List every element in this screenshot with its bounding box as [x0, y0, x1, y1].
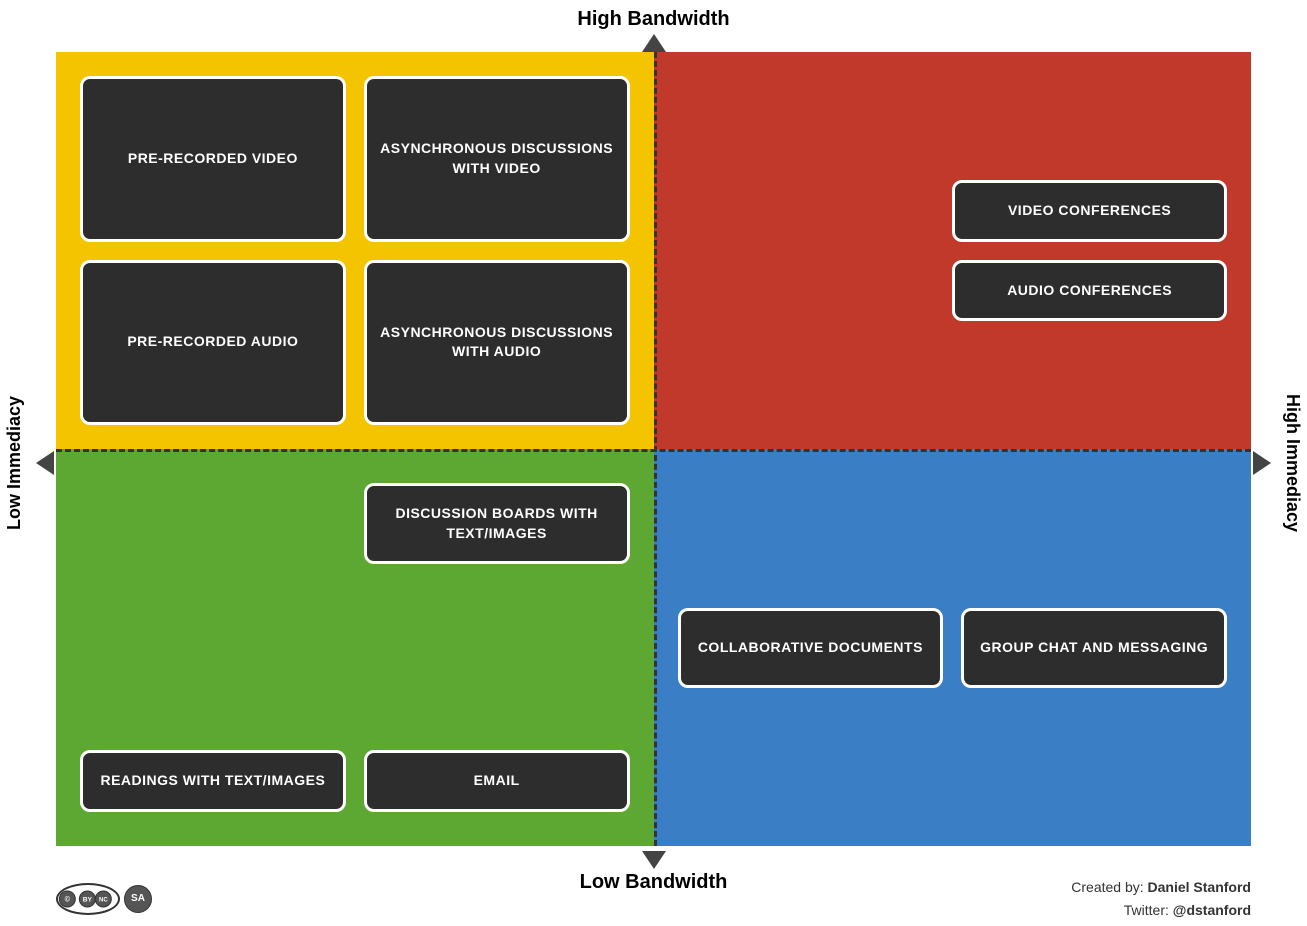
- card-readings: READINGS WITH TEXT/IMAGES: [80, 750, 346, 812]
- card-group-chat: GROUP CHAT AND MESSAGING: [961, 608, 1227, 688]
- card-video-conferences: VIDEO CONFERENCES: [952, 180, 1227, 242]
- cc-sa-icon: SA: [124, 885, 152, 913]
- svg-text:BY: BY: [83, 896, 93, 903]
- card-async-video: ASYNCHRONOUS DISCUSSIONS WITH VIDEO: [364, 76, 630, 242]
- axis-left-label: Low Immediacy: [4, 396, 25, 530]
- axis-top-label: High Bandwidth: [577, 8, 729, 31]
- quadrant-yellow: PRE-RECORDED VIDEO ASYNCHRONOUS DISCUSSI…: [56, 52, 654, 449]
- arrow-right-icon: [1253, 451, 1271, 475]
- arrow-up-icon: [642, 34, 666, 52]
- card-email: EMAIL: [364, 750, 630, 812]
- footer: © BY NC SA Created by: Daniel Stanford T…: [56, 876, 1251, 921]
- quadrant-blue: COLLABORATIVE DOCUMENTS GROUP CHAT AND M…: [654, 449, 1252, 846]
- v-divider: [654, 52, 657, 846]
- axis-right-label: High Immediacy: [1282, 394, 1303, 532]
- card-async-audio: ASYNCHRONOUS DISCUSSIONS WITH AUDIO: [364, 260, 630, 426]
- card-pre-recorded-audio: PRE-RECORDED AUDIO: [80, 260, 346, 426]
- card-discussion-boards: DISCUSSION BOARDS WITH TEXT/IMAGES: [364, 483, 630, 564]
- svg-text:NC: NC: [99, 897, 108, 903]
- card-pre-recorded-video: PRE-RECORDED VIDEO: [80, 76, 346, 242]
- card-collaborative-docs: COLLABORATIVE DOCUMENTS: [678, 608, 944, 688]
- card-audio-conferences: AUDIO CONFERENCES: [952, 260, 1227, 322]
- quadrant-green: DISCUSSION BOARDS WITH TEXT/IMAGES READI…: [56, 449, 654, 846]
- arrow-left-icon: [36, 451, 54, 475]
- cc-badge: © BY NC SA: [56, 883, 152, 915]
- svg-text:©: ©: [65, 894, 71, 903]
- credit-text: Created by: Daniel Stanford Twitter: @ds…: [1071, 876, 1251, 921]
- quadrant-red: VIDEO CONFERENCES AUDIO CONFERENCES: [654, 52, 1252, 449]
- arrow-down-icon: [642, 851, 666, 869]
